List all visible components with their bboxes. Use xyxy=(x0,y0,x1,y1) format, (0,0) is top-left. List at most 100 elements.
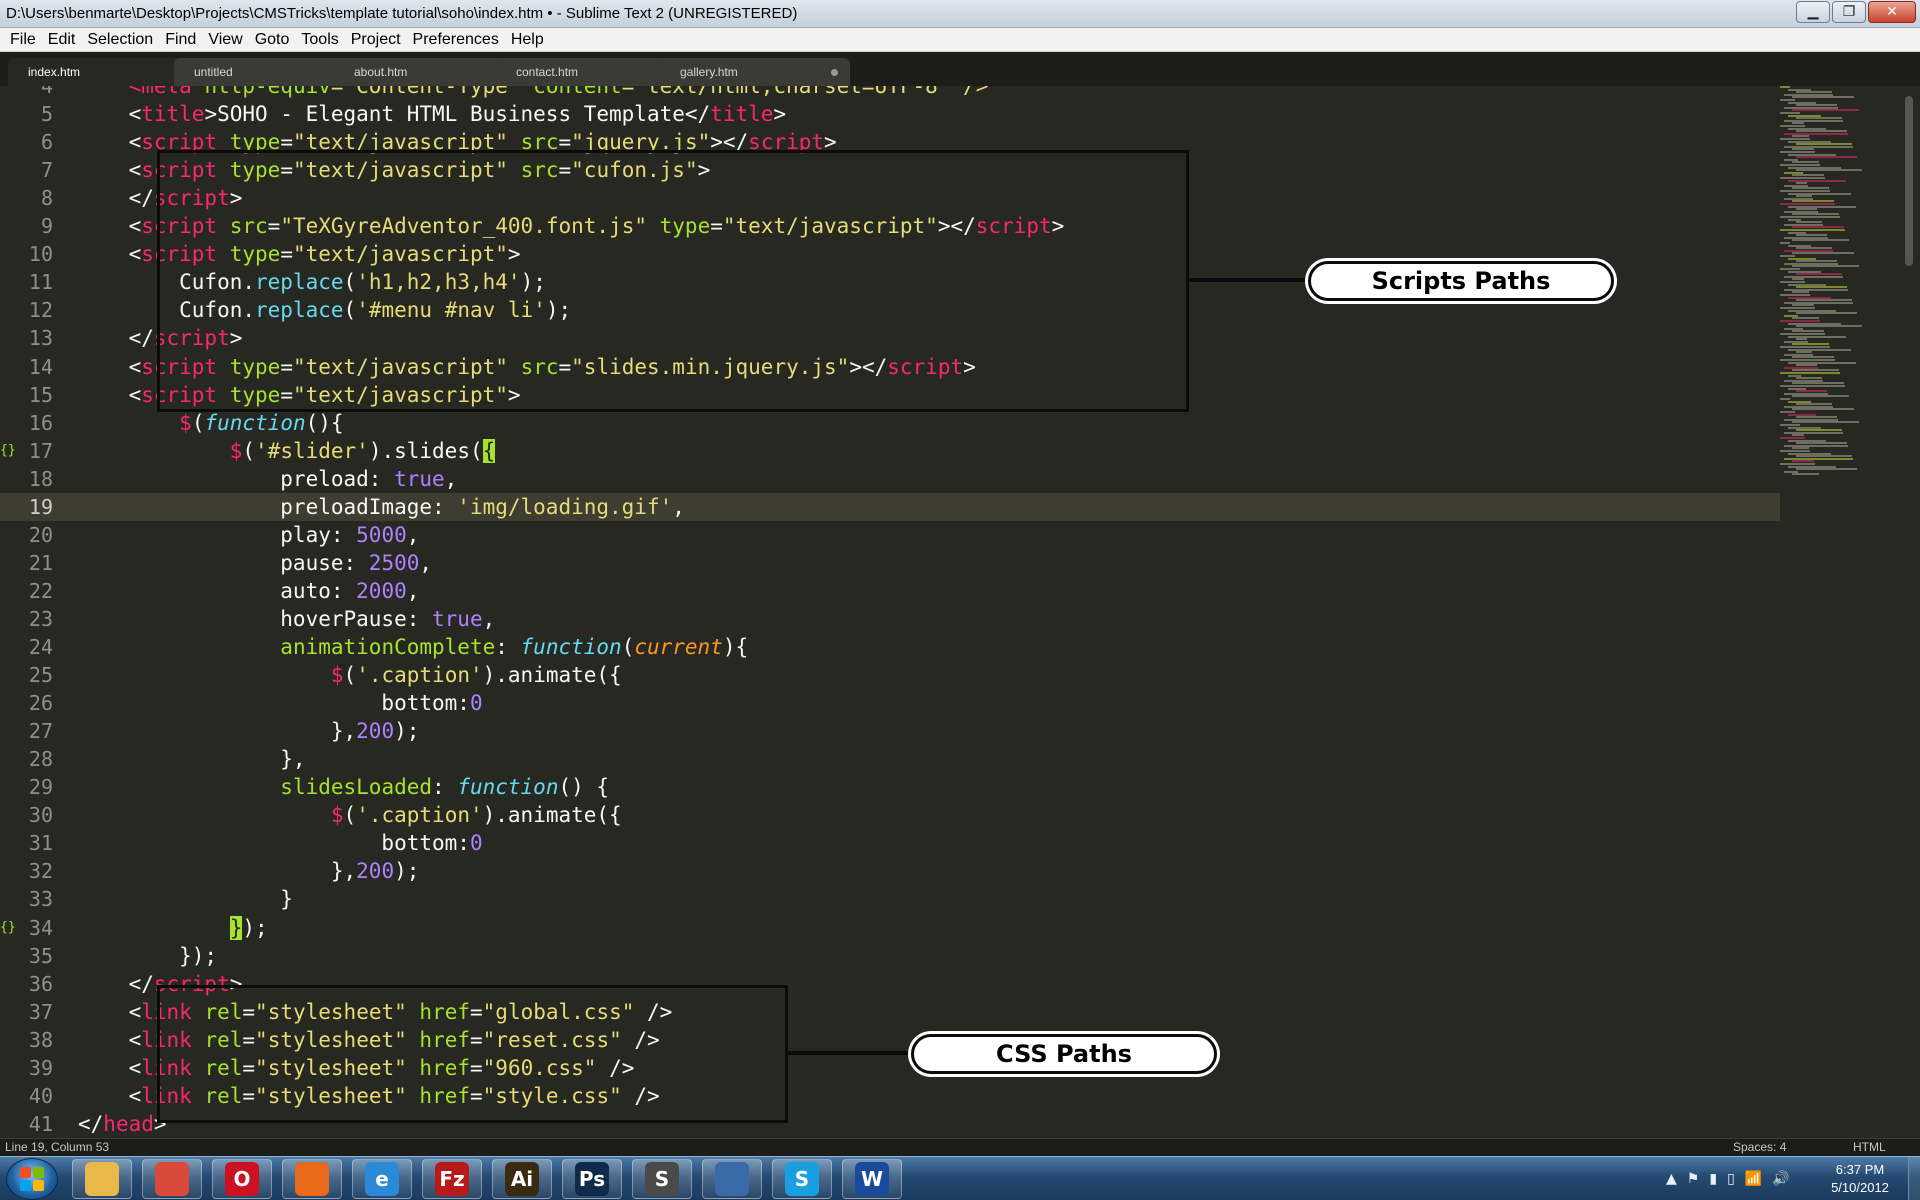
menu-selection[interactable]: Selection xyxy=(81,31,159,49)
code-line[interactable]: 18 preload: true, xyxy=(0,465,1780,493)
menu-goto[interactable]: Goto xyxy=(249,31,296,49)
code-line[interactable]: 34{} }); xyxy=(0,914,1780,942)
code-line[interactable]: 20 play: 5000, xyxy=(0,521,1780,549)
maximize-button[interactable]: ❐ xyxy=(1832,1,1866,23)
code-line[interactable]: 33 } xyxy=(0,885,1780,913)
menu-help[interactable]: Help xyxy=(505,31,550,49)
minimize-button[interactable]: ▁ xyxy=(1796,1,1830,23)
code-line[interactable]: 24 animationComplete: function(current){ xyxy=(0,633,1780,661)
line-number: 25 xyxy=(28,663,53,688)
menu-project[interactable]: Project xyxy=(345,31,407,49)
minimap-line xyxy=(1792,252,1854,255)
tray-icon[interactable]: ▯ xyxy=(1727,1171,1735,1187)
code-line[interactable]: 17{} $('#slider').slides({ xyxy=(0,437,1780,465)
title-bar: D:\Users\benmarte\Desktop\Projects\CMSTr… xyxy=(0,0,1920,28)
code-text: }); xyxy=(229,915,268,940)
menu-edit[interactable]: Edit xyxy=(42,31,82,49)
line-number: 15 xyxy=(28,382,53,407)
taskbar-app-button[interactable]: Ps xyxy=(562,1159,622,1199)
line-number: 33 xyxy=(28,887,53,912)
menu-file[interactable]: File xyxy=(4,31,42,49)
line-number: 28 xyxy=(28,747,53,772)
minimap[interactable] xyxy=(1780,86,1898,486)
start-button[interactable] xyxy=(6,1158,58,1200)
line-number: 12 xyxy=(28,298,53,323)
code-text: preload: true, xyxy=(78,466,458,491)
window-title: D:\Users\benmarte\Desktop\Projects\CMSTr… xyxy=(6,5,798,22)
line-number: 8 xyxy=(40,186,53,211)
css-paths-label: CSS Paths xyxy=(911,1034,1217,1074)
code-line[interactable]: 25 $('.caption').animate({ xyxy=(0,661,1780,689)
code-line[interactable]: 27 },200); xyxy=(0,717,1780,745)
tab-index-htm[interactable]: index.htm xyxy=(8,58,198,86)
line-number: 7 xyxy=(40,158,53,183)
line-number: 22 xyxy=(28,578,53,603)
code-line[interactable]: 19 preloadImage: 'img/loading.gif', xyxy=(0,492,1780,521)
minimap-line xyxy=(1792,395,1849,398)
indentation-setting[interactable]: Spaces: 4 xyxy=(1733,1140,1786,1154)
line-number: 11 xyxy=(28,270,53,295)
code-line[interactable]: 22 auto: 2000, xyxy=(0,577,1780,605)
taskbar-app-button[interactable]: W xyxy=(842,1159,902,1199)
code-line[interactable]: 16 $(function(){ xyxy=(0,409,1780,437)
line-number: 6 xyxy=(40,130,53,155)
fold-bracket-icon[interactable]: {} xyxy=(0,914,16,942)
tab-bar: index.htm untitled about.htm contact.htm… xyxy=(0,52,1920,86)
unsaved-dot-icon[interactable] xyxy=(831,68,838,76)
line-number: 21 xyxy=(28,550,53,575)
taskbar-app-button[interactable]: S xyxy=(772,1159,832,1199)
tray-icon[interactable]: ⚑ xyxy=(1687,1171,1700,1187)
taskbar-app-button[interactable]: e xyxy=(352,1159,412,1199)
fold-bracket-icon[interactable]: {} xyxy=(0,437,16,465)
code-line[interactable]: 35 }); xyxy=(0,942,1780,970)
code-line[interactable]: 32 },200); xyxy=(0,857,1780,885)
close-button[interactable]: ✕ xyxy=(1868,1,1916,23)
taskbar-app-button[interactable] xyxy=(72,1159,132,1199)
tray-icon[interactable]: 🔊 xyxy=(1772,1171,1789,1187)
menu-preferences[interactable]: Preferences xyxy=(407,31,505,49)
line-number: 20 xyxy=(28,522,53,547)
clock[interactable]: 6:37 PM 5/10/2012 xyxy=(1810,1161,1910,1197)
tray-icon[interactable]: ▮ xyxy=(1709,1171,1717,1187)
code-line[interactable]: 4 <meta http-equiv="Content-Type" conten… xyxy=(0,86,1780,100)
code-line[interactable]: 26 bottom:0 xyxy=(0,689,1780,717)
menu-view[interactable]: View xyxy=(202,31,248,49)
minimap-line xyxy=(1796,312,1857,315)
code-line[interactable]: 28 }, xyxy=(0,745,1780,773)
taskbar-app-button[interactable] xyxy=(702,1159,762,1199)
taskbar-app-button[interactable] xyxy=(282,1159,342,1199)
code-line[interactable]: 23 hoverPause: true, xyxy=(0,605,1780,633)
menu-tools[interactable]: Tools xyxy=(295,31,344,49)
tray-icon[interactable]: 📶 xyxy=(1745,1171,1762,1187)
code-line[interactable]: 31 bottom:0 xyxy=(0,829,1780,857)
syntax-mode[interactable]: HTML xyxy=(1853,1140,1886,1154)
scrollbar-thumb[interactable] xyxy=(1905,96,1913,266)
line-number: 18 xyxy=(28,466,53,491)
illustrator-icon: Ai xyxy=(505,1162,539,1196)
scripts-paths-label: Scripts Paths xyxy=(1308,261,1614,301)
code-line[interactable]: 29 slidesLoaded: function() { xyxy=(0,773,1780,801)
show-desktop-button[interactable] xyxy=(1908,1157,1920,1200)
taskbar-app-button[interactable]: Ai xyxy=(492,1159,552,1199)
code-line[interactable]: 21 pause: 2500, xyxy=(0,549,1780,577)
taskbar-app-button[interactable]: S xyxy=(632,1159,692,1199)
taskbar-app-button[interactable]: O xyxy=(212,1159,272,1199)
code-text: }); xyxy=(78,943,218,968)
tab-contact-htm[interactable]: contact.htm xyxy=(496,58,686,86)
minimap-line xyxy=(1796,169,1862,172)
code-line[interactable]: 30 $('.caption').animate({ xyxy=(0,801,1780,829)
vertical-scrollbar[interactable] xyxy=(1902,86,1916,1138)
code-text: $('.caption').animate({ xyxy=(330,803,622,828)
taskbar-app-button[interactable]: Fz xyxy=(422,1159,482,1199)
menu-find[interactable]: Find xyxy=(159,31,202,49)
line-number: 39 xyxy=(28,1055,53,1080)
code-line[interactable]: 5 <title>SOHO - Elegant HTML Business Te… xyxy=(0,100,1780,128)
tab-gallery-htm[interactable]: gallery.htm xyxy=(660,58,850,86)
line-number: 24 xyxy=(28,635,53,659)
minimap-line xyxy=(1792,473,1819,476)
code-text: } xyxy=(78,887,293,912)
skype-icon: S xyxy=(785,1162,819,1196)
code-text: preloadImage: 'img/loading.gif', xyxy=(78,494,685,519)
tray-icon[interactable]: ▲ xyxy=(1666,1171,1677,1187)
taskbar-app-button[interactable] xyxy=(142,1159,202,1199)
